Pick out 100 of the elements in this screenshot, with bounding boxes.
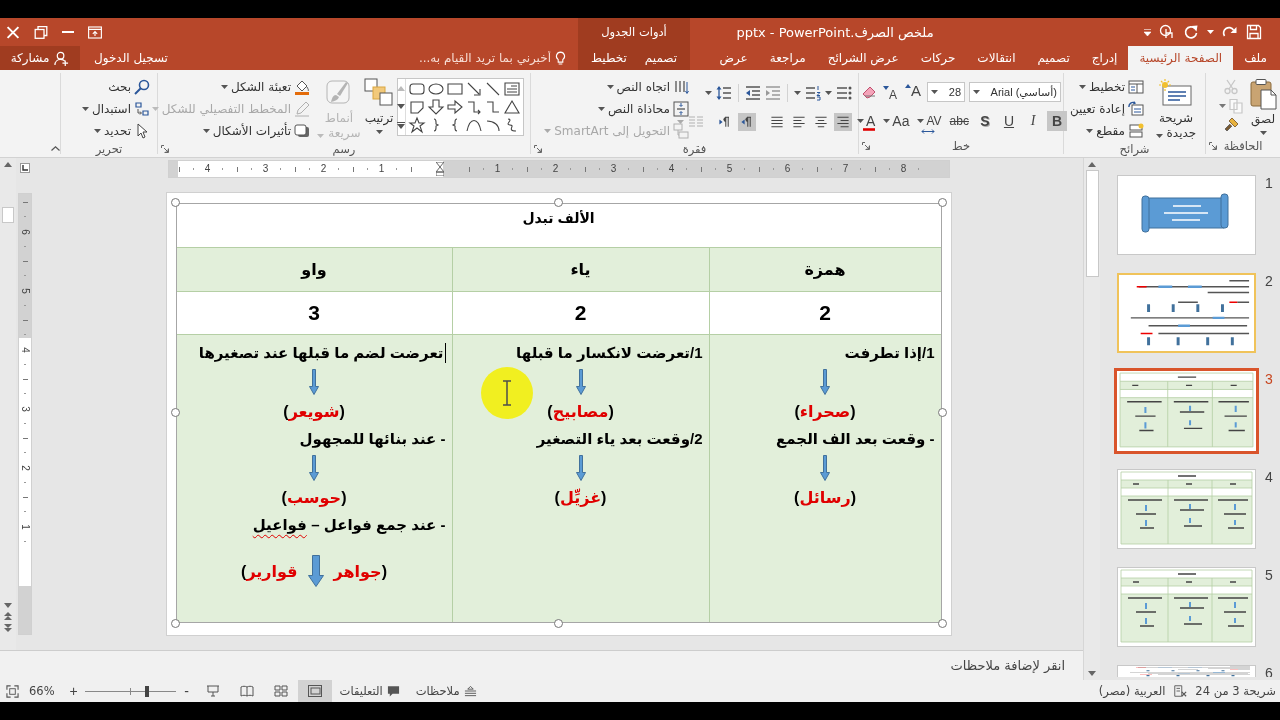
bold-button[interactable]: B xyxy=(1046,111,1067,131)
font-color-button[interactable]: A xyxy=(855,111,878,131)
touch-mode-icon[interactable] xyxy=(1159,24,1175,40)
clear-formatting-icon[interactable] xyxy=(861,84,877,100)
gallery-more-icon[interactable] xyxy=(397,121,405,129)
zoom-in-button[interactable]: + xyxy=(66,683,81,699)
ribbon-tab[interactable]: تخطيط xyxy=(581,46,636,70)
slide-thumbnail[interactable] xyxy=(1117,469,1256,549)
ribbon-tab[interactable]: ملف xyxy=(1233,46,1278,70)
resize-handle[interactable] xyxy=(553,198,563,207)
ribbon-tab[interactable]: انتقالات xyxy=(966,46,1027,70)
right-arrow-shape-icon[interactable] xyxy=(446,98,464,116)
resize-handle[interactable] xyxy=(937,619,947,628)
resize-handle[interactable] xyxy=(170,408,180,417)
slide-thumbnail[interactable] xyxy=(1117,273,1256,353)
save-icon[interactable] xyxy=(1246,24,1262,40)
font-size-field[interactable]: 28 xyxy=(927,82,965,102)
select-button[interactable]: تحديد xyxy=(90,120,153,142)
collapse-ribbon-icon[interactable] xyxy=(51,146,60,151)
previous-slide-icon[interactable] xyxy=(4,612,12,620)
shrink-font-button[interactable]: A xyxy=(881,82,899,102)
numbering-icon[interactable] xyxy=(805,85,821,101)
caret-icon[interactable] xyxy=(220,85,228,89)
repeat-icon[interactable] xyxy=(1183,24,1199,40)
ribbon-tab[interactable]: الصفحة الرئيسية xyxy=(1128,46,1234,70)
caret-icon[interactable] xyxy=(825,91,832,95)
caret-icon[interactable] xyxy=(375,130,383,134)
star-shape-icon[interactable] xyxy=(408,116,426,134)
flowchart-shape-icon[interactable] xyxy=(408,98,426,116)
gallery-down-icon[interactable] xyxy=(397,103,405,109)
close-icon[interactable] xyxy=(6,25,20,39)
fit-to-window-icon[interactable] xyxy=(6,684,19,698)
slide-thumbnail[interactable] xyxy=(1117,665,1256,677)
caret-icon[interactable] xyxy=(1079,85,1087,89)
thumbnail-scrollbar[interactable] xyxy=(1083,158,1100,680)
notes-field[interactable]: انقر لإضافة ملاحظات xyxy=(0,650,1083,680)
customize-toolbar-icon[interactable] xyxy=(1144,28,1151,36)
normal-view-icon[interactable] xyxy=(297,680,332,702)
slide-thumbnail[interactable] xyxy=(1114,368,1259,454)
line-shape-icon[interactable] xyxy=(484,80,502,98)
character-spacing-button[interactable]: AV xyxy=(915,111,944,131)
slide-thumbnail[interactable] xyxy=(1117,175,1256,255)
caret-icon[interactable] xyxy=(202,129,210,133)
rounded-rectangle-shape-icon[interactable] xyxy=(408,80,426,98)
next-slide-icon[interactable] xyxy=(4,624,12,632)
scroll-up-icon[interactable] xyxy=(4,162,12,167)
caret-icon[interactable] xyxy=(931,90,938,94)
strikethrough-button[interactable]: abc xyxy=(947,111,971,131)
ribbon-tab[interactable]: تصميم xyxy=(1026,46,1081,70)
change-case-button[interactable]: Aa xyxy=(881,111,912,131)
align-right-button[interactable] xyxy=(834,113,852,131)
ribbon-tab[interactable]: حركات xyxy=(909,46,967,70)
find-button[interactable]: بحث xyxy=(105,76,153,98)
sign-in-link[interactable]: تسجيل الدخول xyxy=(94,46,168,70)
section-button[interactable]: مقطع xyxy=(1083,120,1147,142)
caret-icon[interactable] xyxy=(705,91,712,95)
caret-icon[interactable] xyxy=(973,90,980,94)
italic-button[interactable]: I xyxy=(1022,111,1043,131)
shape-fill-button[interactable]: تعبئة الشكل xyxy=(217,76,313,98)
notes-button[interactable]: ملاحظات xyxy=(407,680,485,702)
proofing-icon[interactable] xyxy=(1173,684,1188,698)
scroll-thumb[interactable] xyxy=(2,207,14,223)
right-to-left-button[interactable] xyxy=(738,113,756,131)
down-arrow-shape-icon[interactable] xyxy=(427,98,445,116)
tab-stop-icon[interactable] xyxy=(20,163,30,173)
indent-marker-icon[interactable] xyxy=(435,162,444,176)
align-text-button[interactable]: محاذاة النص xyxy=(595,98,692,120)
language-indicator[interactable]: العربية (مصر) xyxy=(1098,684,1166,698)
ribbon-tab[interactable]: إدراج xyxy=(1080,46,1129,70)
dialog-launcher-icon[interactable] xyxy=(534,145,542,153)
font-name-field[interactable]: Arial (أساسي) xyxy=(969,82,1061,102)
ribbon-display-options-icon[interactable] xyxy=(88,25,102,39)
ribbon-tab[interactable]: تصميم xyxy=(635,46,687,70)
grow-font-button[interactable]: A xyxy=(903,82,923,102)
line-spacing-icon[interactable] xyxy=(716,85,732,101)
caret-icon[interactable] xyxy=(1218,104,1226,108)
caret-icon[interactable] xyxy=(93,129,101,133)
dialog-launcher-icon[interactable] xyxy=(161,145,169,153)
resize-handle[interactable] xyxy=(553,619,563,628)
underline-button[interactable]: U xyxy=(998,111,1019,131)
scroll-up-icon[interactable] xyxy=(1088,162,1096,167)
text-direction-button[interactable]: اتجاه النص xyxy=(603,76,692,98)
bullets-icon[interactable] xyxy=(836,85,852,101)
scroll-thumb[interactable] xyxy=(1085,170,1099,277)
share-button[interactable]: مشاركة xyxy=(0,46,80,70)
layout-button[interactable]: تخطيط xyxy=(1076,76,1147,98)
ribbon-tab[interactable]: عرض الشرائح xyxy=(816,46,910,70)
slide-thumbnail[interactable] xyxy=(1117,567,1256,647)
dialog-launcher-icon[interactable] xyxy=(1209,141,1217,150)
zoom-slider-thumb[interactable] xyxy=(145,685,150,697)
caret-icon[interactable] xyxy=(1259,131,1267,135)
resize-handle[interactable] xyxy=(937,408,947,417)
caret-icon[interactable] xyxy=(917,119,925,123)
zoom-out-button[interactable]: - xyxy=(179,683,194,699)
caret-icon[interactable] xyxy=(857,119,864,123)
resize-handle[interactable] xyxy=(170,198,180,207)
paste-button[interactable]: لصق xyxy=(1246,76,1280,135)
ribbon-tab[interactable]: مراجعة xyxy=(758,46,817,70)
dialog-launcher-icon[interactable] xyxy=(862,141,870,150)
caret-icon[interactable] xyxy=(606,85,614,89)
